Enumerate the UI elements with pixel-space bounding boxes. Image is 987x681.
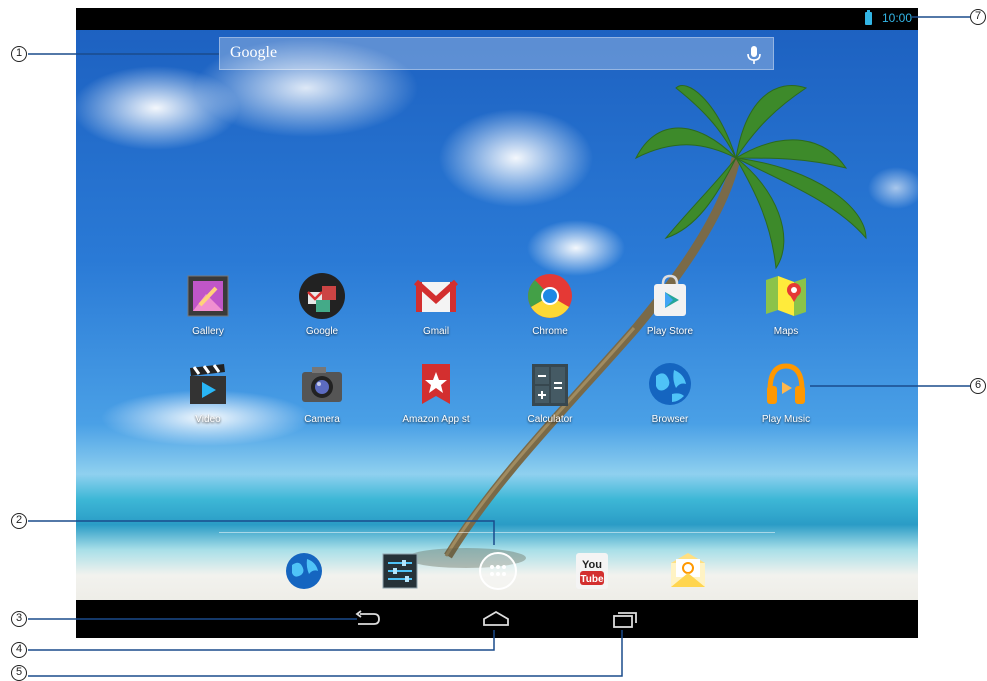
- callout-1: 1: [11, 46, 27, 62]
- callout-lines: [28, 16, 972, 677]
- callout-6: 6: [970, 378, 986, 394]
- callout-7: 7: [970, 9, 986, 25]
- callout-5: 5: [11, 665, 27, 681]
- callout-3: 3: [11, 611, 27, 627]
- callout-4: 4: [11, 642, 27, 658]
- callout-2: 2: [11, 513, 27, 529]
